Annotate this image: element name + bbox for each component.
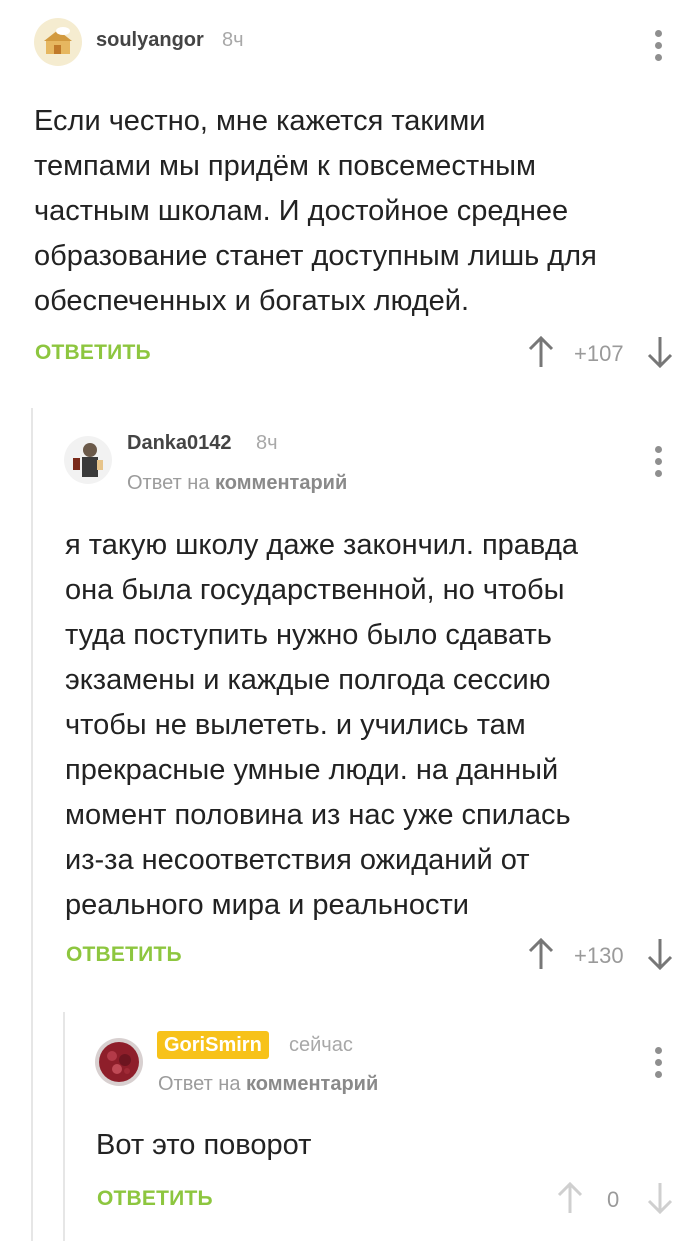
reply-button[interactable]: ОТВЕТИТЬ bbox=[35, 341, 151, 365]
avatar-image bbox=[95, 1038, 143, 1086]
comment-time: 8ч bbox=[222, 29, 244, 51]
kebab-menu-icon[interactable] bbox=[655, 1047, 662, 1083]
reply-to-meta: Ответ на комментарий bbox=[127, 472, 347, 495]
reply-to-prefix: Ответ на bbox=[158, 1073, 241, 1095]
comment-score: 0 bbox=[607, 1187, 620, 1212]
comment-text-line: момент половина из нас уже спилась bbox=[65, 799, 571, 831]
avatar[interactable] bbox=[95, 1038, 143, 1086]
comment-text-line: я такую школу даже закончил. правда bbox=[65, 529, 579, 561]
comment-author[interactable]: GoriSmirn bbox=[157, 1031, 269, 1059]
reply-to-prefix: Ответ на bbox=[127, 472, 210, 494]
reply-button[interactable]: ОТВЕТИТЬ bbox=[97, 1187, 213, 1211]
comment-text-line: Вот это поворот bbox=[96, 1129, 312, 1161]
arrow-down-icon[interactable] bbox=[647, 938, 673, 975]
avatar-image bbox=[64, 436, 112, 484]
comment-text-line: частным школам. И достойное среднее bbox=[34, 195, 569, 227]
comment-score: +130 bbox=[574, 943, 624, 968]
avatar-image bbox=[34, 18, 82, 66]
kebab-menu-icon[interactable] bbox=[655, 30, 662, 66]
avatar[interactable] bbox=[34, 18, 82, 66]
reply-button[interactable]: ОТВЕТИТЬ bbox=[66, 943, 182, 967]
comment-time: сейчас bbox=[289, 1034, 353, 1056]
comment-text-line: туда поступить нужно было сдавать bbox=[65, 619, 552, 651]
thread-line-level-1 bbox=[31, 408, 33, 1241]
reply-to-meta: Ответ на комментарий bbox=[158, 1073, 378, 1096]
comment-text-line: обеспеченных и богатых людей. bbox=[34, 285, 470, 317]
arrow-up-icon[interactable] bbox=[528, 335, 554, 373]
arrow-up-icon[interactable] bbox=[528, 937, 554, 975]
comment-text-line: она была государственной, но чтобы bbox=[65, 574, 565, 606]
comment-author[interactable]: soulyangor bbox=[96, 29, 204, 52]
comment-text-line: чтобы не вылететь. и учились там bbox=[65, 709, 526, 741]
arrow-down-icon[interactable] bbox=[647, 1182, 673, 1219]
comment-text-line: из-за несоответствия ожиданий от bbox=[65, 844, 530, 876]
reply-to-link[interactable]: комментарий bbox=[246, 1073, 378, 1095]
arrow-up-icon[interactable] bbox=[557, 1181, 583, 1219]
thread-line-level-2 bbox=[63, 1012, 65, 1241]
comment-text-line: реального мира и реальности bbox=[65, 889, 469, 921]
comment-author[interactable]: Danka0142 bbox=[127, 432, 232, 455]
reply-to-link[interactable]: комментарий bbox=[215, 472, 347, 494]
avatar[interactable] bbox=[64, 436, 112, 484]
comment-time: 8ч bbox=[256, 432, 278, 454]
comment-text: я такую школу даже закончил. правда она … bbox=[65, 523, 685, 928]
comment-text-line: темпами мы придём к повсеместным bbox=[34, 150, 536, 182]
comment-score: +107 bbox=[574, 341, 624, 366]
comment-text-line: прекрасные умные люди. на данный bbox=[65, 754, 559, 786]
kebab-menu-icon[interactable] bbox=[655, 446, 662, 482]
comment-text-line: образование станет доступным лишь для bbox=[34, 240, 597, 272]
comment-text: Вот это поворот bbox=[96, 1123, 656, 1168]
comment-text-line: экзамены и каждые полгода сессию bbox=[65, 664, 551, 696]
comment-text-line: Если честно, мне кажется такими bbox=[34, 105, 486, 137]
arrow-down-icon[interactable] bbox=[647, 336, 673, 373]
comment-text: Если честно, мне кажется такими темпами … bbox=[34, 99, 674, 324]
